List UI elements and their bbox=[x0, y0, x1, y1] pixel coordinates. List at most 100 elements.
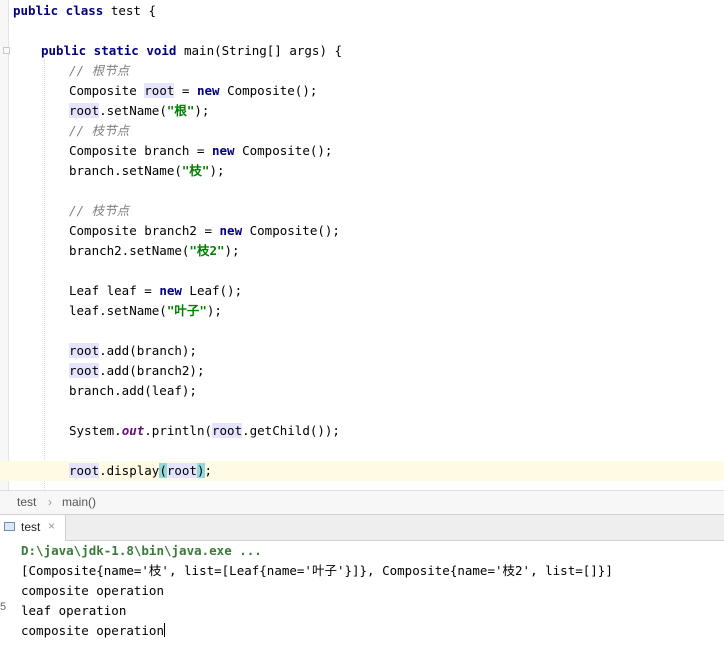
code-line[interactable]: public static void main(String[] args) { bbox=[0, 41, 724, 61]
console-edge-mark: 5 bbox=[0, 601, 7, 613]
code-line-text: root.setName("根"); bbox=[69, 101, 209, 121]
code-token: "枝" bbox=[181, 163, 210, 178]
breadcrumb: test › main() bbox=[0, 490, 724, 514]
code-token: root bbox=[69, 103, 100, 118]
code-line[interactable]: branch.setName("枝"); bbox=[0, 161, 724, 181]
code-line[interactable]: Composite root = new Composite(); bbox=[0, 81, 724, 101]
code-token: public class bbox=[13, 3, 111, 18]
code-line[interactable]: Composite branch = new Composite(); bbox=[0, 141, 724, 161]
code-line[interactable]: Leaf leaf = new Leaf(); bbox=[0, 281, 724, 301]
code-token: main(String[] args) { bbox=[184, 43, 343, 58]
breadcrumb-separator: › bbox=[48, 495, 52, 509]
code-token: // 枝节点 bbox=[69, 123, 130, 138]
code-line[interactable] bbox=[0, 21, 724, 41]
code-line-text: // 根节点 bbox=[69, 61, 129, 81]
code-line[interactable]: branch2.setName("枝2"); bbox=[0, 241, 724, 261]
code-token: Composite bbox=[69, 83, 145, 98]
code-token: .println( bbox=[144, 423, 212, 438]
code-token: root bbox=[212, 423, 243, 438]
code-token: Composite branch = bbox=[69, 143, 212, 158]
code-line-text: branch.setName("枝"); bbox=[69, 161, 225, 181]
code-token: Leaf(); bbox=[189, 283, 243, 298]
code-line-text: Composite branch = new Composite(); bbox=[69, 141, 332, 161]
code-token: ); bbox=[206, 303, 222, 318]
code-editor[interactable]: public class test { public static void ma… bbox=[0, 0, 724, 490]
code-line-text: System.out.println(root.getChild()); bbox=[69, 421, 340, 441]
code-token: .setName( bbox=[99, 103, 167, 118]
code-line-text: public class test { bbox=[13, 1, 156, 21]
breadcrumb-method[interactable]: main() bbox=[62, 491, 96, 514]
code-line[interactable]: leaf.setName("叶子"); bbox=[0, 301, 724, 321]
code-token: = bbox=[174, 83, 197, 98]
code-token: ); bbox=[194, 103, 210, 118]
code-line[interactable] bbox=[0, 321, 724, 341]
code-line[interactable]: public class test { bbox=[0, 1, 724, 21]
code-token: .add(branch); bbox=[99, 343, 197, 358]
code-token: ); bbox=[209, 163, 225, 178]
code-token: ; bbox=[204, 463, 213, 478]
code-line[interactable] bbox=[0, 261, 724, 281]
code-line[interactable] bbox=[0, 181, 724, 201]
code-token: ( bbox=[159, 463, 167, 478]
code-token: ) bbox=[196, 463, 205, 478]
code-token: test { bbox=[110, 3, 156, 18]
code-line-text: Composite branch2 = new Composite(); bbox=[69, 221, 340, 241]
code-line[interactable]: root.setName("根"); bbox=[0, 101, 724, 121]
code-line-text: branch2.setName("枝2"); bbox=[69, 241, 240, 261]
tab-run-test[interactable]: test × bbox=[0, 515, 66, 541]
console-line: composite operation bbox=[21, 621, 165, 641]
code-token: .add(branch2); bbox=[99, 363, 205, 378]
code-line-text: Leaf leaf = new Leaf(); bbox=[69, 281, 242, 301]
code-token: Composite(); bbox=[227, 83, 318, 98]
code-line[interactable]: // 枝节点 bbox=[0, 121, 724, 141]
code-line-text: leaf.setName("叶子"); bbox=[69, 301, 222, 321]
code-token: public static void bbox=[41, 43, 184, 58]
console-line: leaf operation bbox=[21, 603, 127, 618]
close-icon[interactable]: × bbox=[48, 519, 55, 533]
code-token: branch.setName( bbox=[69, 163, 182, 178]
code-line[interactable]: // 根节点 bbox=[0, 61, 724, 81]
code-token: .getChild()); bbox=[242, 423, 340, 438]
code-token: root bbox=[69, 463, 100, 478]
code-token: System. bbox=[69, 423, 122, 438]
code-token: branch2.setName( bbox=[69, 243, 190, 258]
console-output[interactable]: 5 D:\java\jdk-1.8\bin\java.exe ... [Comp… bbox=[0, 541, 724, 653]
code-token: new bbox=[196, 83, 228, 98]
code-line[interactable] bbox=[0, 441, 724, 461]
code-line-text: // 枝节点 bbox=[69, 201, 129, 221]
code-token: root bbox=[166, 463, 197, 478]
code-line[interactable]: root.add(branch); bbox=[0, 341, 724, 361]
code-line[interactable]: Composite branch2 = new Composite(); bbox=[0, 221, 724, 241]
code-line[interactable] bbox=[0, 401, 724, 421]
console-line-text: composite operation bbox=[21, 623, 164, 638]
code-token: root bbox=[69, 363, 100, 378]
code-token: root bbox=[69, 343, 100, 358]
code-line[interactable]: root.add(branch2); bbox=[0, 361, 724, 381]
code-line-text: // 枝节点 bbox=[69, 121, 129, 141]
code-line[interactable]: // 枝节点 bbox=[0, 201, 724, 221]
code-token: branch.add(leaf); bbox=[69, 383, 197, 398]
code-token: Leaf leaf = bbox=[69, 283, 160, 298]
code-token: // 根节点 bbox=[69, 63, 130, 78]
breadcrumb-class[interactable]: test bbox=[17, 491, 36, 514]
code-token: Composite(); bbox=[242, 143, 333, 158]
code-line-text: branch.add(leaf); bbox=[69, 381, 197, 401]
code-token: .display bbox=[99, 463, 160, 478]
code-line[interactable]: System.out.println(root.getChild()); bbox=[0, 421, 724, 441]
code-token: new bbox=[212, 143, 243, 158]
text-caret bbox=[164, 623, 165, 637]
code-token: // 枝节点 bbox=[69, 203, 130, 218]
code-line[interactable]: root.display(root); bbox=[0, 461, 724, 481]
tab-label: test bbox=[21, 520, 41, 534]
code-token: Composite(); bbox=[249, 223, 340, 238]
code-line[interactable]: branch.add(leaf); bbox=[0, 381, 724, 401]
code-token: out bbox=[121, 423, 145, 438]
code-token: leaf.setName( bbox=[69, 303, 167, 318]
code-token: new bbox=[219, 223, 250, 238]
run-config-icon bbox=[4, 522, 15, 531]
code-token: root bbox=[144, 83, 175, 98]
code-token: "叶子" bbox=[166, 303, 207, 318]
fold-toggle-icon[interactable] bbox=[3, 47, 10, 54]
code-line-text: root.display(root); bbox=[69, 461, 212, 481]
code-token: Composite branch2 = bbox=[69, 223, 220, 238]
